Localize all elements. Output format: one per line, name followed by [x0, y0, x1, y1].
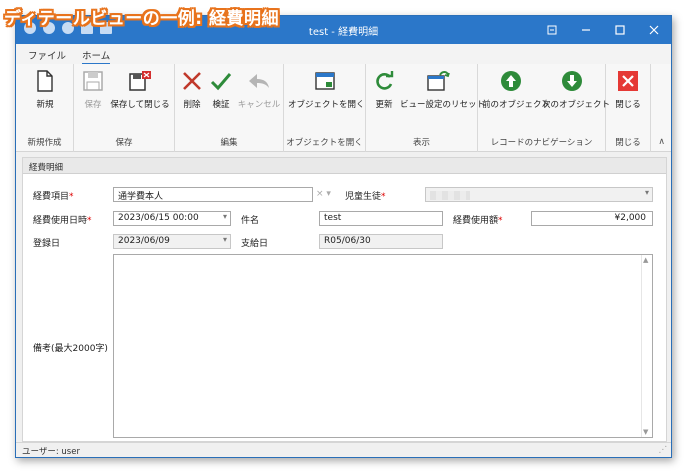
ribbon: 新規 新規作成 保存 保存して閉じる 保存 削除 検証 キャンセル 編集 オブジ…	[16, 64, 671, 152]
scroll-up-icon[interactable]: ▲	[643, 256, 648, 264]
previous-object-button[interactable]: 前のオブジェクト	[482, 68, 550, 110]
minimize-icon[interactable]	[569, 16, 603, 44]
ribbon-group-save: 保存 保存して閉じる 保存	[74, 64, 175, 152]
refresh-button[interactable]: 更新	[370, 68, 398, 110]
subject-field[interactable]: test	[319, 211, 443, 226]
close-icon[interactable]	[637, 16, 671, 44]
app-window: test - 経費明細 ファイル ホーム 新規 新規作成 保存 保存して閉じる …	[15, 15, 672, 458]
pin-icon[interactable]	[535, 16, 569, 44]
window-controls	[535, 16, 671, 44]
verify-button[interactable]: 検証	[208, 68, 234, 110]
dropdown-icon: ▾	[222, 235, 227, 244]
undo-arrow-icon	[246, 68, 272, 94]
reset-view-icon	[425, 68, 451, 94]
used-datetime-label: 経費使用日時*	[33, 216, 92, 226]
ribbon-group-open: オブジェクトを開く オブジェクトを開く	[284, 64, 366, 152]
registered-date-label: 登録日	[33, 239, 61, 249]
amount-label: 経費使用額*	[453, 216, 503, 226]
subject-label: 件名	[241, 216, 260, 226]
ribbon-group-navigation: 前のオブジェクト 次のオブジェクト レコードのナビゲーション	[478, 64, 610, 152]
dropdown-icon: ▾	[644, 188, 649, 197]
refresh-icon	[371, 68, 397, 94]
ribbon-group-edit: 削除 検証 キャンセル 編集	[175, 64, 284, 152]
menu-bar: ファイル ホーム	[16, 44, 671, 65]
ribbon-group-close: 閉じる 閉じる	[606, 64, 651, 152]
notes-textarea[interactable]: ▲ ▼	[113, 254, 653, 438]
save-button[interactable]: 保存	[80, 68, 106, 110]
notes-label: 備考(最大2000字)	[33, 344, 108, 354]
new-button[interactable]: 新規	[28, 68, 62, 110]
expense-item-field[interactable]: 通学費本人	[113, 187, 313, 202]
dropdown-icon: ▾	[222, 212, 227, 221]
detail-view: 経費明細 経費項目* 通学費本人 × ▾ 児童生徒* ▾ 経費使用日時* 202…	[22, 157, 667, 442]
status-bar: ユーザー: user ⋰	[16, 442, 671, 457]
open-window-icon	[312, 68, 338, 94]
used-datetime-field[interactable]: 2023/06/15 00:00 ▾	[113, 211, 231, 226]
reset-view-button[interactable]: ビュー設定のリセット	[400, 68, 485, 110]
delete-button[interactable]: 削除	[179, 68, 205, 110]
maximize-icon[interactable]	[603, 16, 637, 44]
clear-icon[interactable]: × ▾	[316, 189, 331, 199]
section-header: 経費明細	[23, 158, 666, 174]
caption-overlay: ディテールビューの一例: 経費明細	[4, 9, 280, 29]
save-icon	[80, 68, 106, 94]
student-label: 児童生徒*	[345, 192, 386, 202]
registered-date-field[interactable]: 2023/06/09 ▾	[113, 234, 231, 249]
amount-field[interactable]: ¥2,000	[531, 211, 653, 226]
ribbon-group-view: 更新 ビュー設定のリセット 表示	[366, 64, 485, 152]
menu-home[interactable]: ホーム	[82, 48, 111, 65]
status-user: ユーザー: user	[22, 447, 80, 457]
resize-grip-icon[interactable]: ⋰	[659, 445, 668, 455]
student-field[interactable]: ▾	[425, 187, 653, 202]
arrow-down-circle-icon	[559, 68, 585, 94]
next-object-button[interactable]: 次のオブジェクト	[542, 68, 610, 110]
arrow-up-circle-icon	[498, 68, 524, 94]
save-close-icon	[127, 68, 153, 94]
cancel-button[interactable]: キャンセル	[237, 68, 281, 110]
payment-date-field[interactable]: R05/06/30	[319, 234, 443, 249]
payment-date-label: 支給日	[241, 239, 269, 249]
new-document-icon	[32, 68, 58, 94]
expense-item-label: 経費項目*	[33, 192, 74, 202]
ribbon-group-new: 新規 新規作成	[16, 64, 74, 152]
menu-file[interactable]: ファイル	[28, 48, 66, 62]
close-red-icon	[615, 68, 641, 94]
checkmark-icon	[208, 68, 234, 94]
open-object-button[interactable]: オブジェクトを開く	[288, 68, 365, 110]
notes-scrollbar[interactable]: ▲ ▼	[641, 255, 652, 437]
scroll-down-icon[interactable]: ▼	[643, 428, 648, 436]
close-button[interactable]: 閉じる	[612, 68, 644, 110]
collapse-ribbon-icon[interactable]: ∧	[658, 137, 665, 147]
save-close-button[interactable]: 保存して閉じる	[110, 68, 170, 110]
redacted-value	[430, 191, 470, 200]
delete-x-icon	[179, 68, 205, 94]
